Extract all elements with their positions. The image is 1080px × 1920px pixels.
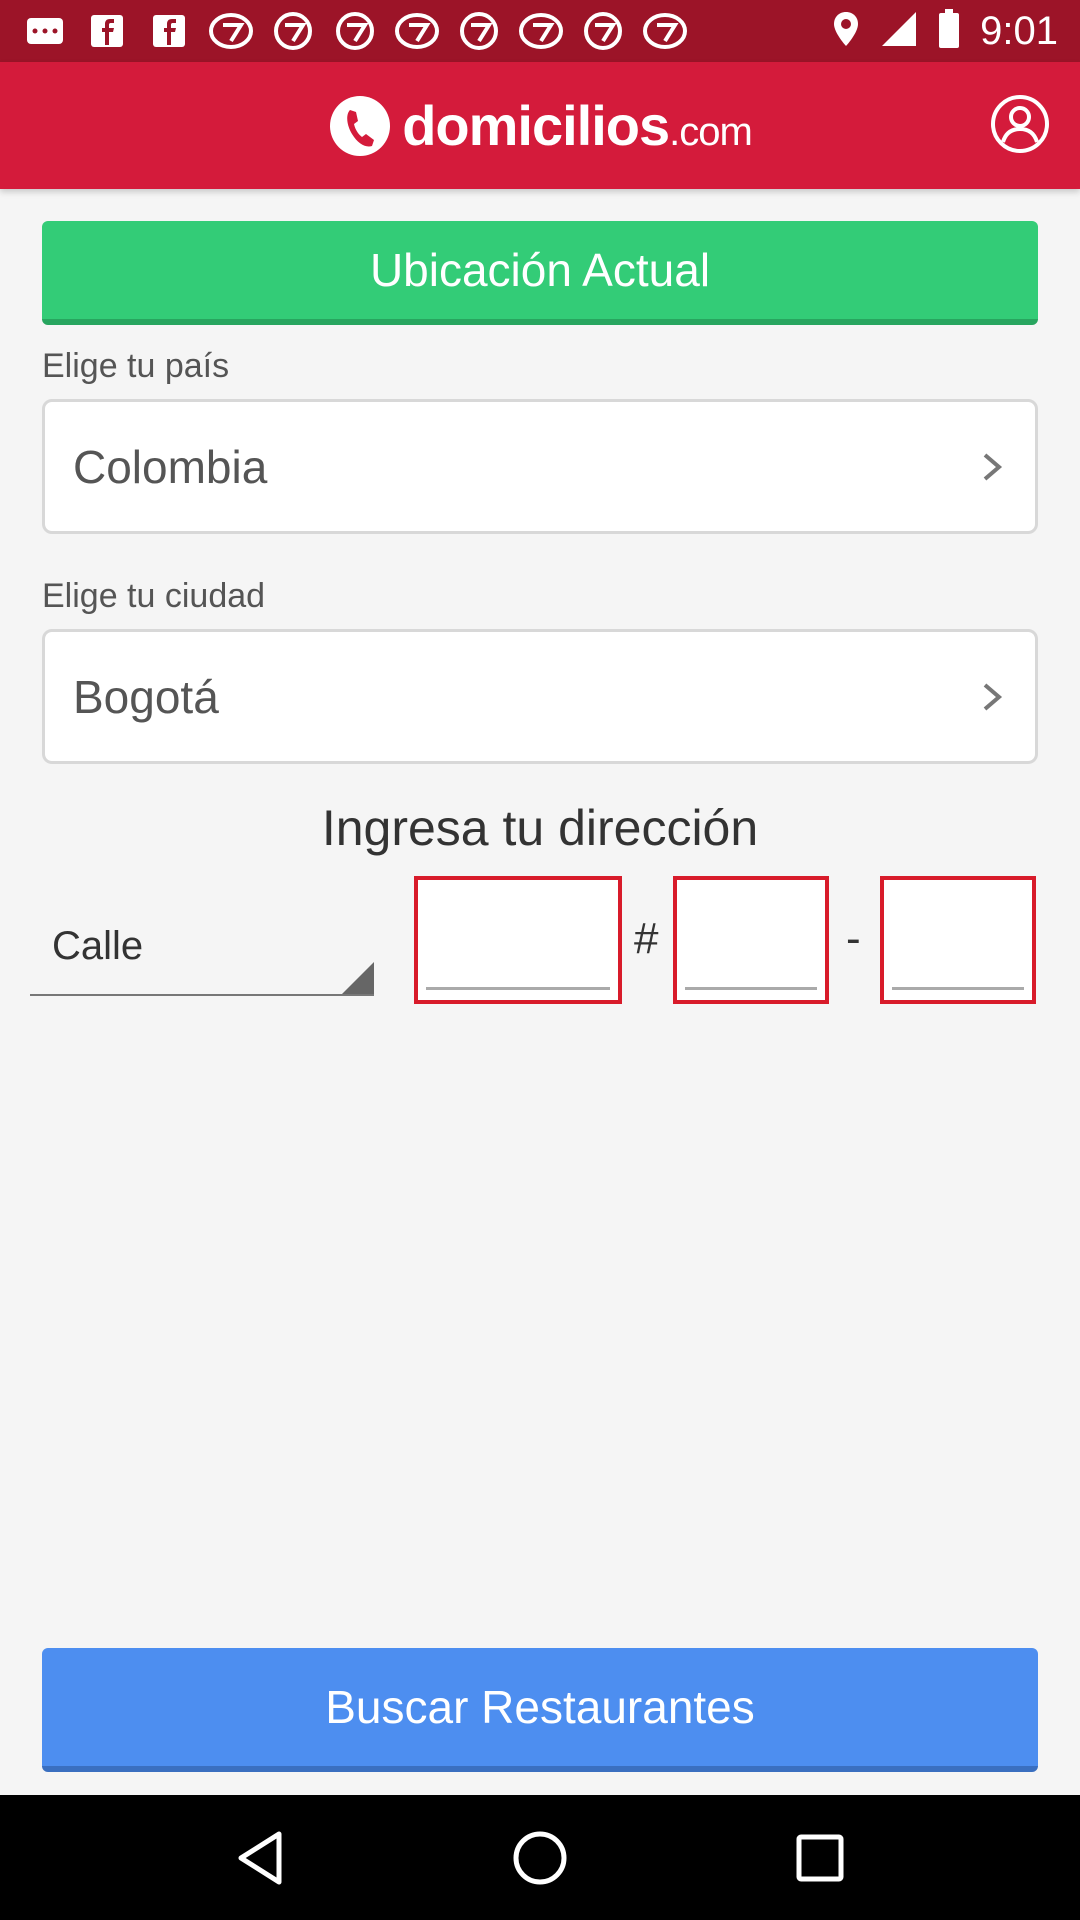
abc7-icon [642, 8, 688, 54]
system-status: 9:01 [832, 8, 1058, 54]
abc7-icon [208, 8, 254, 54]
country-label: Elige tu país [42, 347, 230, 385]
dropdown-triangle-icon [342, 962, 374, 994]
search-restaurants-button[interactable]: Buscar Restaurantes [42, 1648, 1038, 1772]
country-value: Colombia [73, 440, 268, 493]
input-underline [685, 987, 817, 990]
facebook-icon [146, 8, 192, 54]
input-underline [892, 987, 1024, 990]
profile-button[interactable] [990, 94, 1050, 154]
address-field-3[interactable] [880, 876, 1036, 1004]
abc7-icon [270, 8, 316, 54]
system-nav-bar [0, 1795, 1080, 1920]
recents-icon [796, 1834, 844, 1881]
message-icon [22, 8, 68, 54]
address-title: Ingresa tu dirección [321, 800, 759, 856]
city-label: Elige tu ciudad [42, 577, 266, 615]
street-type-value: Calle [52, 924, 144, 968]
location-icon [832, 10, 860, 53]
abc7-icon [580, 8, 626, 54]
street-type-dropdown[interactable]: Calle [30, 884, 374, 996]
current-location-button[interactable]: Ubicación Actual [42, 221, 1038, 325]
facebook-icon [84, 8, 130, 54]
input-underline [426, 987, 610, 990]
user-icon [991, 95, 1049, 153]
home-icon [513, 1831, 567, 1884]
app-bar: domicilios.com [0, 62, 1080, 189]
abc7-icon [394, 8, 440, 54]
address-field-1[interactable] [414, 876, 622, 1004]
status-time: 9:01 [980, 8, 1058, 53]
notification-icons [22, 8, 688, 54]
brand-logo: domicilios.com [328, 93, 753, 158]
signal-icon [880, 10, 918, 53]
hash-separator: # [634, 914, 659, 963]
abc7-icon [518, 8, 564, 54]
status-bar: 9:01 [0, 0, 1080, 62]
back-icon [238, 1831, 282, 1884]
chevron-right-icon [983, 452, 1003, 481]
battery-icon [938, 8, 960, 54]
brand-name: domicilios.com [402, 94, 753, 157]
phone-logo-icon [330, 95, 391, 156]
chevron-right-icon [983, 682, 1003, 711]
city-value: Bogotá [73, 670, 219, 723]
abc7-icon [332, 8, 378, 54]
country-selector[interactable]: Colombia [42, 399, 1038, 534]
abc7-icon [456, 8, 502, 54]
home-button[interactable] [505, 1823, 575, 1893]
city-selector[interactable]: Bogotá [42, 629, 1038, 764]
address-field-2[interactable] [673, 876, 829, 1004]
back-button[interactable] [225, 1823, 295, 1893]
recents-button[interactable] [785, 1823, 855, 1893]
dash-separator: - [846, 914, 861, 963]
